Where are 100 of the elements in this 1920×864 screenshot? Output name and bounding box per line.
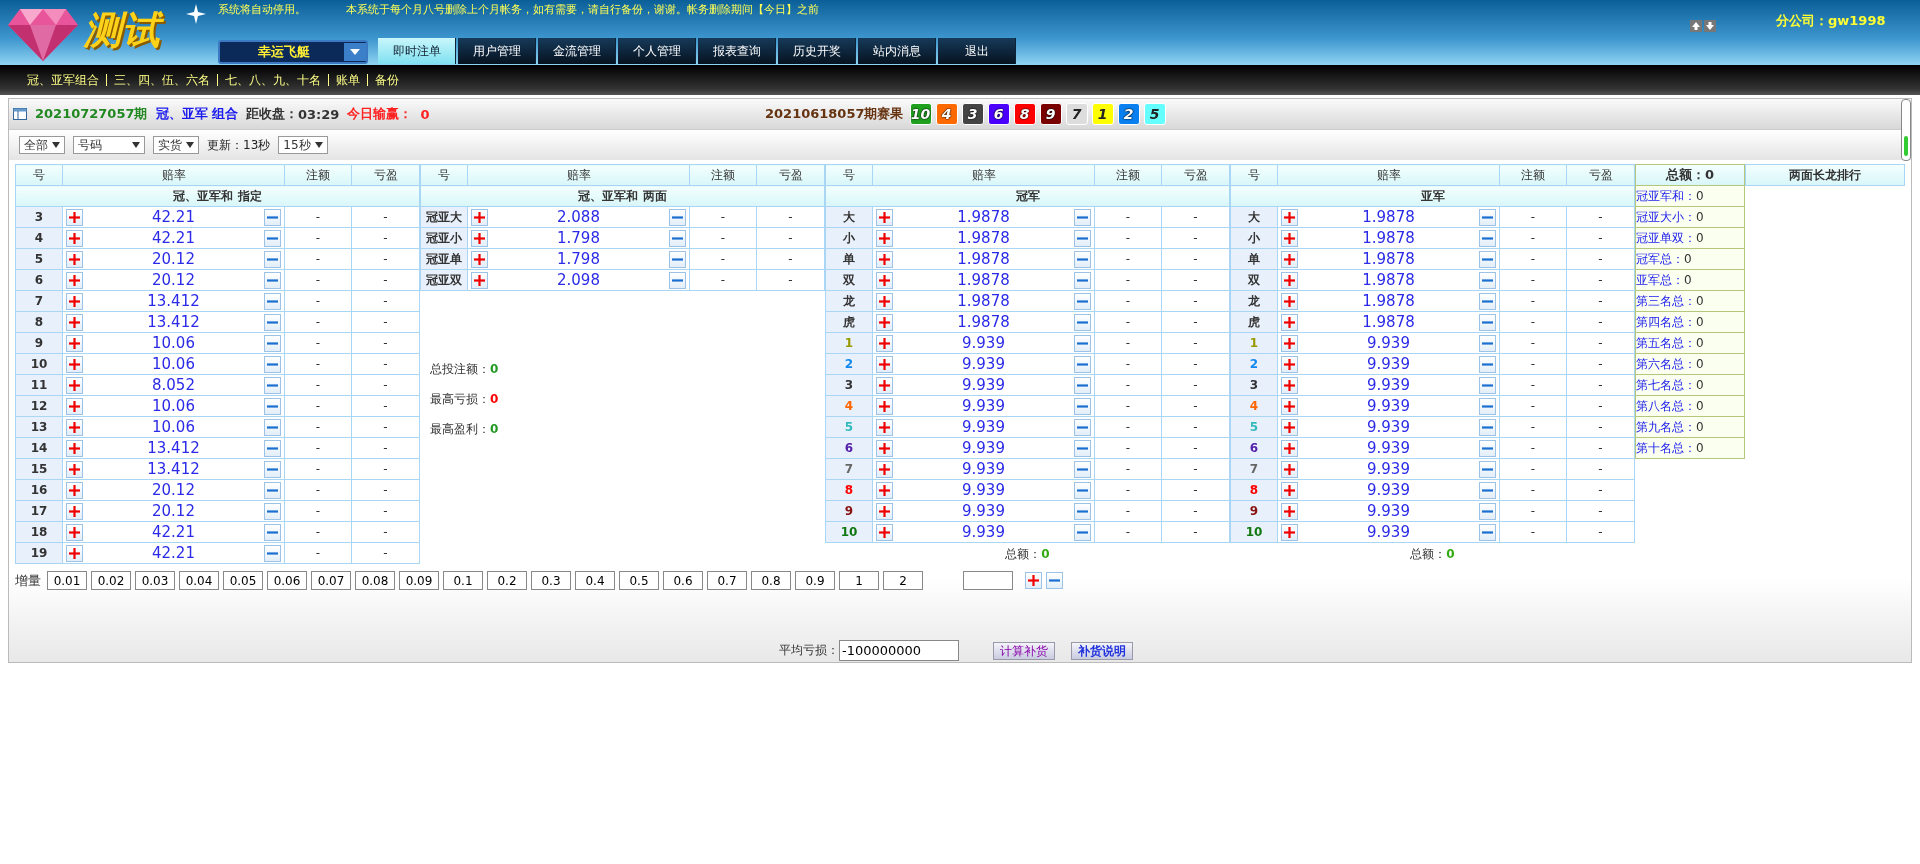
plus-button[interactable]	[471, 229, 488, 247]
plus-button[interactable]	[471, 271, 488, 289]
plus-button[interactable]	[876, 502, 893, 520]
increment-button[interactable]: 0.7	[707, 571, 747, 590]
plus-button[interactable]	[876, 460, 893, 478]
minus-button[interactable]	[1074, 376, 1091, 394]
plus-button[interactable]	[1281, 460, 1298, 478]
increment-button[interactable]: 0.03	[135, 571, 175, 590]
plus-button[interactable]	[876, 208, 893, 226]
plus-button[interactable]	[1281, 208, 1298, 226]
minus-button[interactable]	[264, 418, 281, 436]
plus-button[interactable]	[66, 376, 83, 394]
plus-button[interactable]	[66, 229, 83, 247]
increment-button[interactable]: 0.04	[179, 571, 219, 590]
minus-button[interactable]	[1074, 334, 1091, 352]
minus-button[interactable]	[1046, 572, 1063, 589]
nav-tab[interactable]: 用户管理	[458, 38, 536, 64]
minus-button[interactable]	[1479, 334, 1496, 352]
plus-button[interactable]	[471, 208, 488, 226]
minus-button[interactable]	[1074, 460, 1091, 478]
nav-tab[interactable]: 个人管理	[618, 38, 696, 64]
sub-nav-link[interactable]: 备份	[367, 74, 406, 86]
plus-button[interactable]	[66, 544, 83, 562]
sub-nav-link[interactable]: 账单	[328, 74, 367, 86]
minus-button[interactable]	[1074, 502, 1091, 520]
minus-button[interactable]	[1074, 439, 1091, 457]
minus-button[interactable]	[669, 229, 686, 247]
plus-button[interactable]	[66, 250, 83, 268]
plus-button[interactable]	[1281, 481, 1298, 499]
plus-button[interactable]	[876, 397, 893, 415]
plus-button[interactable]	[66, 439, 83, 457]
filter-select[interactable]: 号码	[73, 136, 145, 154]
minus-button[interactable]	[264, 229, 281, 247]
increment-button[interactable]: 0.5	[619, 571, 659, 590]
minus-button[interactable]	[1074, 292, 1091, 310]
plus-button[interactable]	[66, 397, 83, 415]
increment-button[interactable]: 2	[883, 571, 923, 590]
increment-button[interactable]: 0.9	[795, 571, 835, 590]
plus-button[interactable]	[876, 313, 893, 331]
minus-button[interactable]	[1479, 502, 1496, 520]
minus-button[interactable]	[264, 250, 281, 268]
minus-button[interactable]	[669, 208, 686, 226]
plus-button[interactable]	[66, 418, 83, 436]
plus-button[interactable]	[1281, 439, 1298, 457]
minus-button[interactable]	[264, 355, 281, 373]
plus-button[interactable]	[1281, 271, 1298, 289]
minus-button[interactable]	[669, 250, 686, 268]
increment-button[interactable]: 0.06	[267, 571, 307, 590]
scrollbar[interactable]	[1901, 99, 1911, 161]
plus-button[interactable]	[876, 334, 893, 352]
average-loss-field[interactable]: -100000000	[839, 640, 959, 661]
plus-button[interactable]	[66, 313, 83, 331]
increment-button[interactable]: 0.2	[487, 571, 527, 590]
minus-button[interactable]	[1479, 460, 1496, 478]
minus-button[interactable]	[1479, 313, 1496, 331]
plus-button[interactable]	[876, 418, 893, 436]
nav-tab[interactable]: 报表查询	[698, 38, 776, 64]
increment-button[interactable]: 0.08	[355, 571, 395, 590]
increment-button[interactable]: 0.8	[751, 571, 791, 590]
minus-button[interactable]	[264, 439, 281, 457]
plus-button[interactable]	[66, 271, 83, 289]
minus-button[interactable]	[1074, 229, 1091, 247]
plus-button[interactable]	[1281, 292, 1298, 310]
filter-select[interactable]: 实货	[153, 136, 199, 154]
increment-button[interactable]: 0.4	[575, 571, 615, 590]
plus-button[interactable]	[1281, 418, 1298, 436]
plus-button[interactable]	[876, 439, 893, 457]
minus-button[interactable]	[1479, 418, 1496, 436]
increment-button[interactable]: 0.01	[47, 571, 87, 590]
minus-button[interactable]	[1479, 355, 1496, 373]
plus-button[interactable]	[1281, 355, 1298, 373]
minus-button[interactable]	[1074, 208, 1091, 226]
minus-button[interactable]	[1479, 439, 1496, 457]
plus-button[interactable]	[876, 481, 893, 499]
plus-button[interactable]	[66, 523, 83, 541]
plus-button[interactable]	[1025, 572, 1042, 589]
plus-button[interactable]	[66, 481, 83, 499]
plus-button[interactable]	[1281, 502, 1298, 520]
plus-button[interactable]	[1281, 250, 1298, 268]
minus-button[interactable]	[264, 523, 281, 541]
plus-button[interactable]	[876, 250, 893, 268]
increment-button[interactable]: 0.07	[311, 571, 351, 590]
plus-button[interactable]	[876, 271, 893, 289]
minus-button[interactable]	[1074, 250, 1091, 268]
plus-button[interactable]	[876, 292, 893, 310]
increment-button[interactable]: 0.3	[531, 571, 571, 590]
filter-select[interactable]: 全部	[19, 136, 65, 154]
plus-button[interactable]	[1281, 334, 1298, 352]
plus-button[interactable]	[876, 523, 893, 541]
nav-tab[interactable]: 退出	[938, 38, 1016, 64]
minus-button[interactable]	[1074, 397, 1091, 415]
minus-button[interactable]	[1074, 523, 1091, 541]
minus-button[interactable]	[1479, 376, 1496, 394]
nav-tab[interactable]: 金流管理	[538, 38, 616, 64]
minus-button[interactable]	[1074, 271, 1091, 289]
plus-button[interactable]	[1281, 523, 1298, 541]
minus-button[interactable]	[264, 481, 281, 499]
plus-button[interactable]	[1281, 397, 1298, 415]
plus-button[interactable]	[66, 334, 83, 352]
minus-button[interactable]	[1074, 313, 1091, 331]
